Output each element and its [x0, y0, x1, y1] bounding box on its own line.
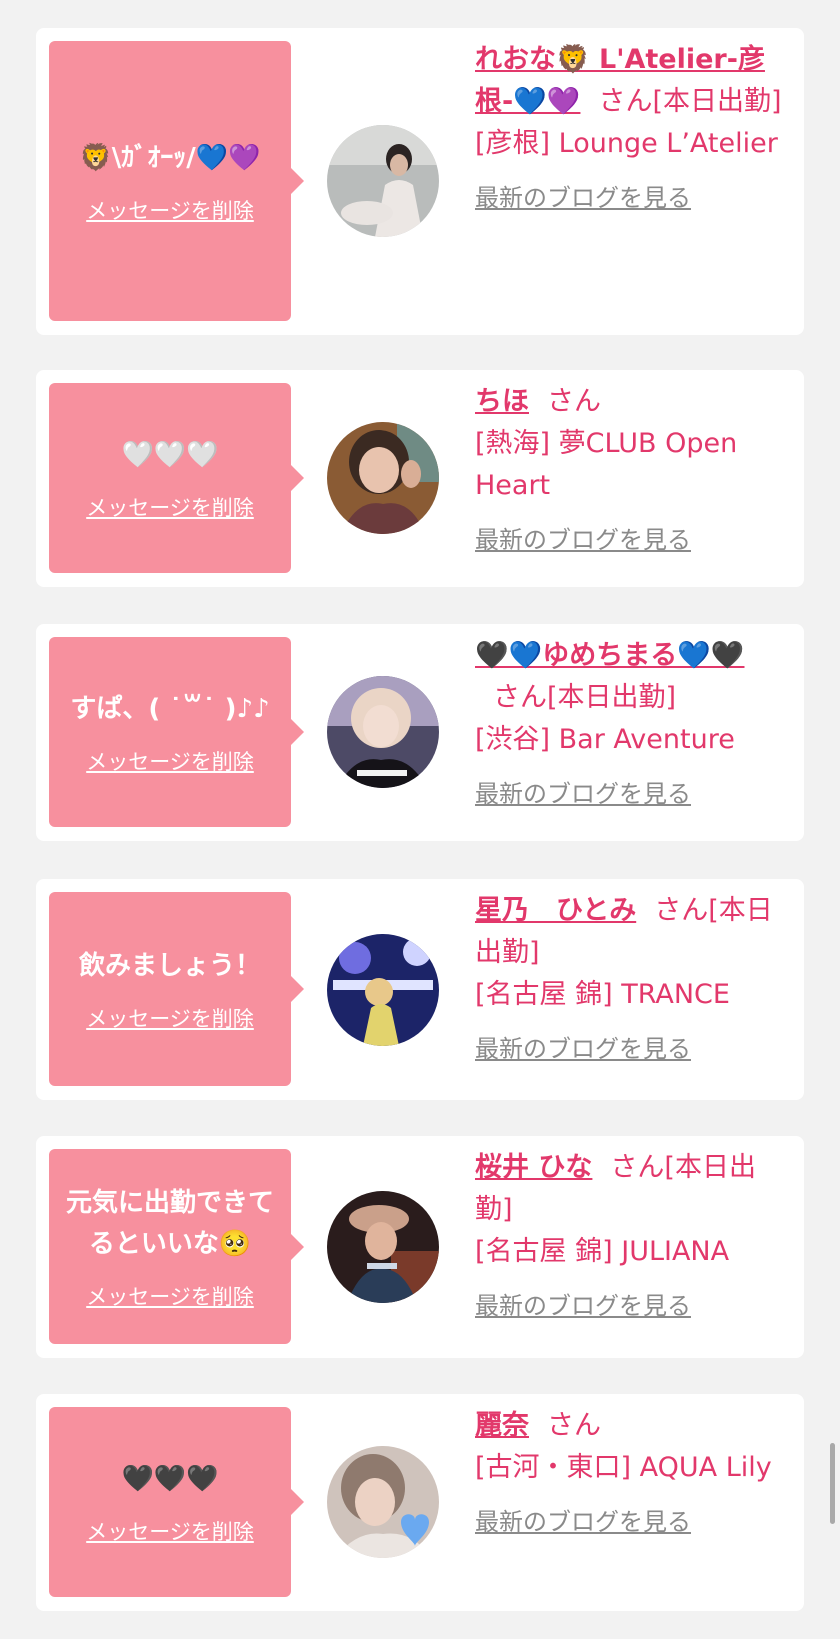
message-bubble: 飲みましょう！ メッセージを削除: [49, 892, 304, 1086]
cast-info: れおな🦁 L'Atelier-彦根-💙💜 さん[本日出勤] [彦根] Lounge…: [475, 39, 787, 219]
cast-card: 元気に出勤できてるといいな🥺 メッセージを削除 桜井 ひな さん[本日出勤] [名…: [36, 1136, 804, 1358]
latest-blog-link[interactable]: 最新のブログを見る: [475, 1028, 691, 1070]
cast-card: 🤍🤍🤍 メッセージを削除 ちほ さん [熱海] 夢CLUB Open Heart …: [36, 370, 804, 587]
delete-message-link[interactable]: メッセージを削除: [86, 1281, 254, 1311]
latest-blog-link[interactable]: 最新のブログを見る: [475, 177, 691, 219]
latest-blog-link[interactable]: 最新のブログを見る: [475, 519, 691, 561]
cast-name-link[interactable]: 桜井 ひな: [475, 1152, 592, 1183]
avatar[interactable]: [327, 1446, 439, 1558]
shop-name: [古河・東口] AQUA Lily: [475, 1452, 772, 1483]
shop-name: [名古屋 錦] JULIANA: [475, 1236, 730, 1267]
scrollbar[interactable]: [830, 1443, 835, 1524]
message-text: 🤍🤍🤍: [121, 439, 219, 470]
shop-name: [渋谷] Bar Aventure: [475, 724, 735, 755]
delete-message-link[interactable]: メッセージを削除: [86, 195, 254, 225]
message-bubble: 元気に出勤できてるといいな🥺 メッセージを削除: [49, 1149, 304, 1344]
cast-info: 星乃 ひとみ さん[本日出勤] [名古屋 錦] TRANCE 最新のブログを見る: [475, 890, 787, 1070]
shop-name: [名古屋 錦] TRANCE: [475, 979, 730, 1010]
avatar[interactable]: [327, 676, 439, 788]
cast-name-link[interactable]: 星乃 ひとみ: [475, 895, 636, 926]
cast-name-link[interactable]: 🖤💙ゆめちまる💙🖤: [475, 640, 744, 671]
cast-info: ちほ さん [熱海] 夢CLUB Open Heart 最新のブログを見る: [475, 381, 787, 561]
cast-name-link[interactable]: ちほ: [475, 386, 529, 417]
san-suffix: さん: [654, 895, 709, 926]
cast-info: 麗奈 さん [古河・東口] AQUA Lily 最新のブログを見る: [475, 1405, 787, 1543]
message-bubble: 🤍🤍🤍 メッセージを削除: [49, 383, 304, 573]
san-suffix: さん: [610, 1152, 665, 1183]
avatar[interactable]: [327, 934, 439, 1046]
attendance-status: [本日出勤]: [652, 86, 782, 117]
message-text: 🦁\ｶﾞｵｰｯ/💙💜: [79, 142, 261, 173]
message-text: 元気に出勤できてるといいな🥺: [65, 1187, 274, 1259]
cast-info: 🖤💙ゆめちまる💙🖤 さん[本日出勤] [渋谷] Bar Aventure 最新のブ…: [475, 635, 787, 815]
cast-name-link[interactable]: 麗奈: [475, 1410, 529, 1441]
message-bubble: 🦁\ｶﾞｵｰｯ/💙💜 メッセージを削除: [49, 41, 304, 321]
avatar[interactable]: [327, 1191, 439, 1303]
message-text: すぱ、( ˙꒳˙ )♪♪: [70, 693, 270, 724]
cast-card: 飲みましょう！ メッセージを削除 星乃 ひとみ さん[本日出勤] [名古屋 錦] …: [36, 879, 804, 1100]
delete-message-link[interactable]: メッセージを削除: [86, 492, 254, 522]
message-bubble: すぱ、( ˙꒳˙ )♪♪ メッセージを削除: [49, 637, 304, 827]
delete-message-link[interactable]: メッセージを削除: [86, 1516, 254, 1546]
cast-card: すぱ、( ˙꒳˙ )♪♪ メッセージを削除 🖤💙ゆめちまる💙🖤 さん[本日出勤] …: [36, 624, 804, 841]
avatar[interactable]: [327, 125, 439, 237]
shop-name: [熱海] 夢CLUB Open Heart: [475, 428, 738, 501]
delete-message-link[interactable]: メッセージを削除: [86, 1003, 254, 1033]
message-text: 🖤🖤🖤: [121, 1463, 219, 1494]
latest-blog-link[interactable]: 最新のブログを見る: [475, 773, 691, 815]
delete-message-link[interactable]: メッセージを削除: [86, 746, 254, 776]
san-suffix: さん: [547, 386, 601, 417]
san-suffix: さん: [493, 682, 547, 713]
shop-name: [彦根] Lounge L’Atelier: [475, 128, 778, 159]
cast-card: 🦁\ｶﾞｵｰｯ/💙💜 メッセージを削除 れおな🦁 L'Atelier-彦根-💙💜…: [36, 28, 804, 335]
cast-info: 桜井 ひな さん[本日出勤] [名古屋 錦] JULIANA 最新のブログを見る: [475, 1147, 787, 1327]
favorite-cast-list: 🦁\ｶﾞｵｰｯ/💙💜 メッセージを削除 れおな🦁 L'Atelier-彦根-💙💜…: [0, 0, 840, 1639]
san-suffix: さん: [547, 1410, 601, 1441]
latest-blog-link[interactable]: 最新のブログを見る: [475, 1501, 691, 1543]
latest-blog-link[interactable]: 最新のブログを見る: [475, 1285, 691, 1327]
message-text: 飲みましょう！: [78, 950, 261, 981]
san-suffix: さん: [598, 86, 653, 117]
avatar[interactable]: [327, 422, 439, 534]
cast-card: 🖤🖤🖤 メッセージを削除 麗奈 さん [古河・東口] AQUA Lily 最新のブ…: [36, 1394, 804, 1611]
attendance-status: [本日出勤]: [547, 682, 677, 713]
message-bubble: 🖤🖤🖤 メッセージを削除: [49, 1407, 304, 1597]
